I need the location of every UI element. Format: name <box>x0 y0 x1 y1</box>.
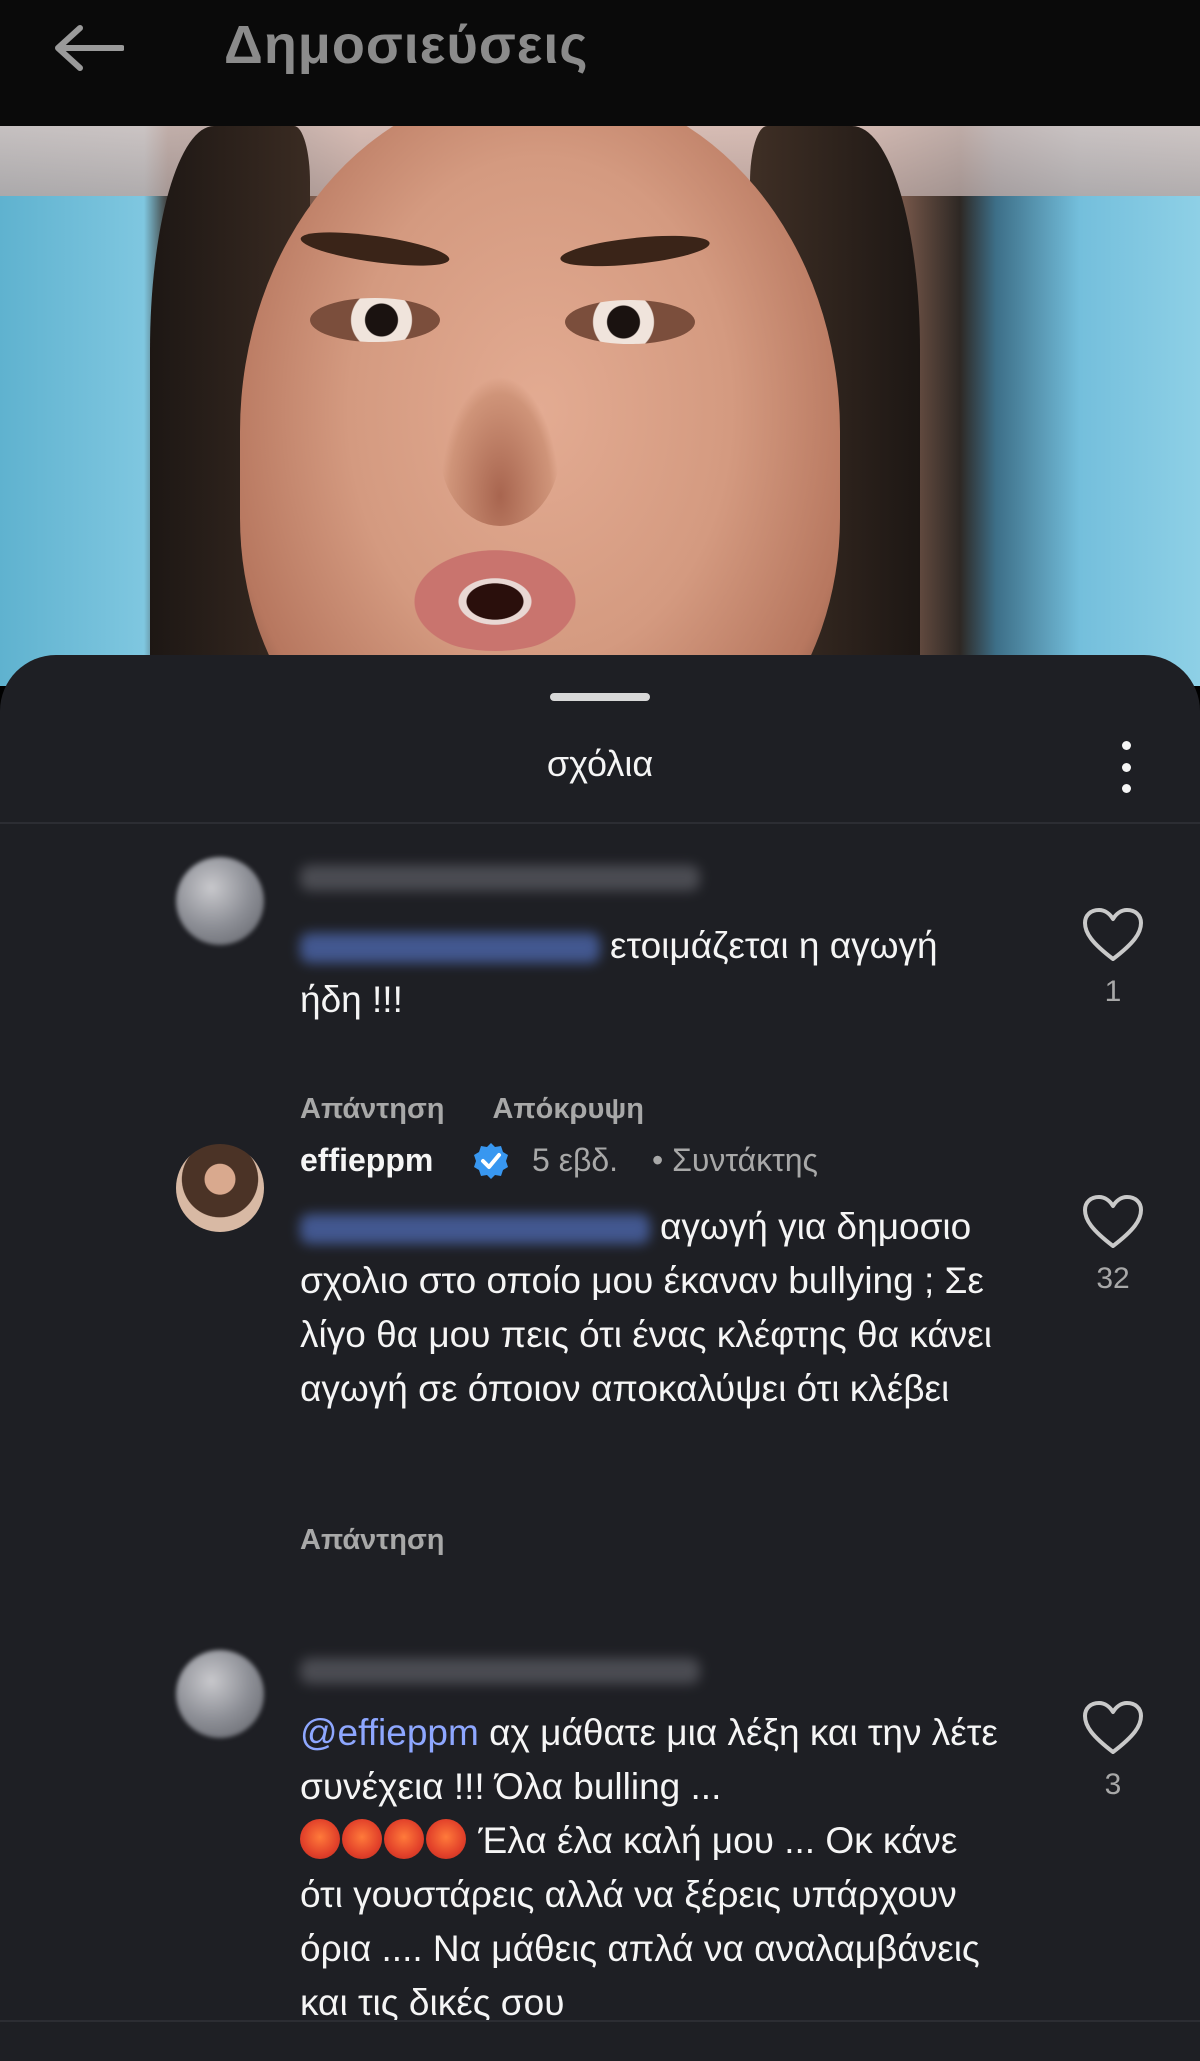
drag-handle[interactable] <box>550 693 650 701</box>
reply-button[interactable]: Απάντηση <box>300 1093 445 1125</box>
more-vertical-icon <box>1121 741 1131 750</box>
comments-sheet: σχόλια ετοιμάζεται η αγωγή ήδη !!! Απάντ… <box>0 655 1200 2061</box>
hide-button[interactable]: Απόκρυψη <box>493 1093 644 1125</box>
heart-outline-icon[interactable] <box>1082 1194 1144 1250</box>
face-with-symbols-emoji <box>384 1819 424 1859</box>
like-count: 3 <box>1104 1768 1122 1801</box>
face-with-symbols-emoji <box>342 1819 382 1859</box>
photo-mouth <box>400 541 590 651</box>
heart-outline-icon[interactable] <box>1082 907 1144 963</box>
heart-outline-icon[interactable] <box>1082 1700 1144 1756</box>
username-redacted <box>300 1658 700 1684</box>
mention-link[interactable]: @effieppm <box>300 1712 479 1753</box>
face-with-symbols-emoji <box>426 1819 466 1859</box>
post-image[interactable] <box>0 126 1200 686</box>
avatar[interactable] <box>176 1650 264 1738</box>
emoji-reaction-bar <box>0 2020 1200 2061</box>
sheet-title: σχόλια <box>546 743 654 784</box>
face-with-symbols-emoji <box>300 1819 340 1859</box>
mention-redacted <box>300 933 600 964</box>
photo-eye-left <box>310 298 440 342</box>
more-vertical-icon-dot <box>1121 762 1131 772</box>
comment-actions: Απάντηση Απόκρυψη <box>300 1093 692 1126</box>
comment-username[interactable]: effieppm <box>300 1142 433 1179</box>
photo-nose <box>440 376 560 526</box>
like-count: 32 <box>1096 1262 1130 1295</box>
avatar[interactable] <box>176 857 264 945</box>
divider <box>0 822 1200 824</box>
more-options-button[interactable] <box>1108 737 1144 797</box>
comment-text: @effieppm αχ μάθατε μια λέξη και την λέτ… <box>300 1712 998 2023</box>
like-count: 1 <box>1104 975 1122 1008</box>
author-badge: • Συντάκτης <box>652 1142 818 1178</box>
comment-actions: Απάντηση <box>300 1524 493 1557</box>
photo-eye-right <box>565 300 695 344</box>
comment-text: αγωγή για δημοσιο σχολιο στο οποίο μου έ… <box>300 1206 992 1409</box>
back-button[interactable] <box>46 18 130 78</box>
avatar[interactable] <box>176 1144 264 1232</box>
comment-text: ετοιμάζεται η αγωγή ήδη !!! <box>300 925 938 1020</box>
comment-time: 5 εβδ. <box>532 1142 619 1178</box>
reply-button[interactable]: Απάντηση <box>300 1524 445 1556</box>
top-bar: Δημοσιεύσεις <box>0 0 1200 126</box>
username-redacted <box>300 865 700 891</box>
arrow-left-icon <box>55 25 124 71</box>
mention-redacted <box>300 1214 650 1245</box>
verified-badge-icon <box>474 1143 508 1179</box>
more-vertical-icon-dot <box>1121 784 1131 793</box>
page-title: Δημοσιεύσεις <box>224 15 589 75</box>
